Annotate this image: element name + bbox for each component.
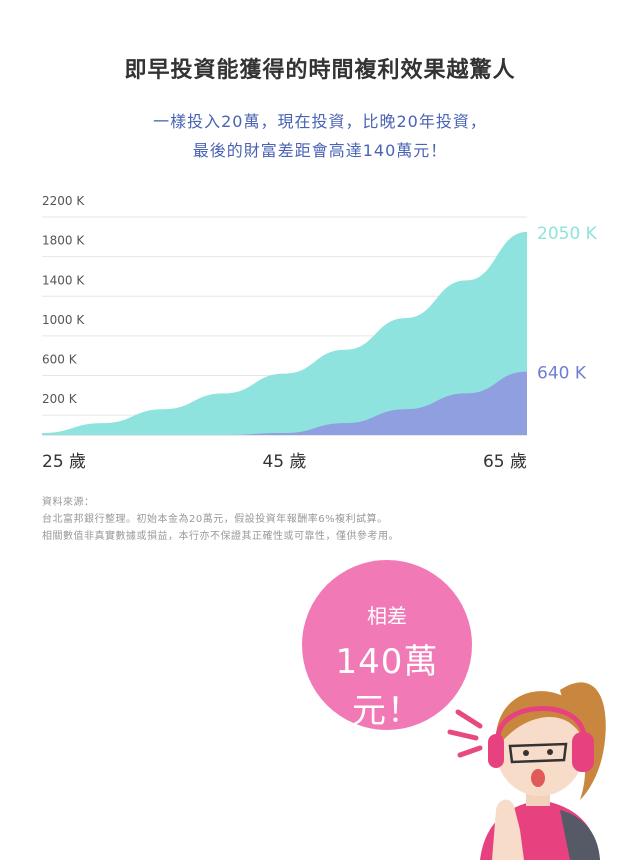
x-tick-label: 25 歲	[42, 452, 86, 472]
x-tick-label: 65 歲	[483, 452, 527, 472]
x-tick-label: 45 歲	[262, 452, 306, 472]
left-eye	[523, 750, 529, 756]
surprise-mark-1	[455, 709, 483, 729]
right-eye	[547, 749, 553, 755]
y-tick-label: 200 K	[42, 392, 78, 406]
open-mouth	[531, 769, 545, 787]
subtitle-line-1: 一樣投入20萬，現在投資，比晚20年投資，	[153, 112, 487, 131]
y-tick-label: 1800 K	[42, 234, 85, 248]
source-note: 資料來源： 台北富邦銀行整理。初始本金為20萬元，假設投資年報酬率6%複利試算。…	[42, 494, 399, 545]
area-series	[42, 231, 527, 435]
page-title: 即早投資能獲得的時間複利效果越驚人	[124, 58, 516, 83]
early-end-value-label: 2050 K	[537, 224, 598, 244]
surprised-girl-illustration	[447, 682, 606, 860]
y-tick-label: 2200 K	[42, 194, 85, 208]
source-line-1: 資料來源：	[42, 497, 95, 508]
growth-chart: 2200 K 1800 K 1400 K 1000 K 600 K 200 K 25 歲 45…	[42, 194, 598, 472]
headphone-left	[488, 734, 504, 768]
surprise-mark-3	[457, 745, 483, 758]
y-tick-label: 1400 K	[42, 273, 85, 287]
source-line-3: 相關數值非真實數據或損益，本行亦不保證其正確性或可靠性，僅供參考用。	[42, 531, 399, 542]
y-tick-label: 1000 K	[42, 313, 85, 327]
subtitle-line-2: 最後的財富差距會高達140萬元！	[192, 141, 448, 160]
headphone-right	[572, 732, 594, 772]
y-tick-label: 600 K	[42, 353, 78, 367]
late-end-value-label: 640 K	[537, 364, 587, 384]
callout-line-1: 相差	[367, 604, 407, 628]
surprise-mark-2	[447, 729, 479, 741]
source-line-2: 台北富邦銀行整理。初始本金為20萬元，假設投資年報酬率6%複利試算。	[42, 514, 388, 525]
